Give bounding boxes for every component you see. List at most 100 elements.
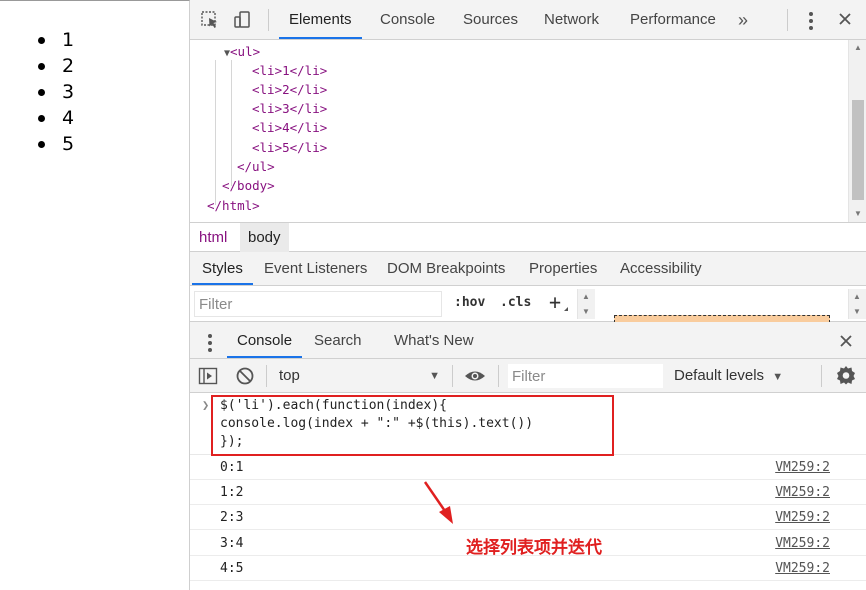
console-message-row: 0:1 VM259:2 xyxy=(190,455,866,480)
scrollbar-thumb[interactable] xyxy=(852,100,864,200)
console-message: 1:2 xyxy=(220,485,244,500)
hover-state-toggle[interactable]: :hov xyxy=(454,295,485,310)
log-levels-value: Default levels xyxy=(674,367,765,384)
toolbar-divider xyxy=(787,9,788,31)
styles-scrollbar[interactable]: ▲ ▼ xyxy=(577,289,595,319)
drawer-tabbar: Console Search What's New xyxy=(190,322,866,359)
source-link[interactable]: VM259:2 xyxy=(775,536,830,551)
devtools-tabbar: Elements Console Sources Network Perform… xyxy=(190,0,866,40)
tab-sources[interactable]: Sources xyxy=(463,0,518,39)
breadcrumb-html[interactable]: html xyxy=(191,223,235,252)
devtools-panel: Elements Console Sources Network Perform… xyxy=(190,0,866,590)
tree-guide xyxy=(231,60,232,186)
page-preview: 1 2 3 4 5 xyxy=(0,0,190,590)
source-link[interactable]: VM259:2 xyxy=(775,485,830,500)
tree-node-li[interactable]: <li>5</li> xyxy=(252,138,327,157)
elements-scrollbar[interactable]: ▲ ▼ xyxy=(848,40,866,222)
tree-node-body-close[interactable]: </body> xyxy=(222,176,275,195)
tab-console[interactable]: Console xyxy=(380,0,435,39)
tree-node-ul[interactable]: ▼<ul> xyxy=(224,42,260,61)
scroll-down-arrow-icon[interactable]: ▼ xyxy=(853,210,863,218)
tree-node-li[interactable]: <li>4</li> xyxy=(252,118,327,137)
list-item: 4 xyxy=(38,105,74,131)
clear-console-icon[interactable] xyxy=(235,366,255,386)
tab-dom-breakpoints[interactable]: DOM Breakpoints xyxy=(387,252,505,286)
console-message: 0:1 xyxy=(220,460,244,475)
drawer-menu-icon[interactable] xyxy=(208,334,212,355)
chevron-down-icon: ▼ xyxy=(429,370,440,382)
toolbar-divider xyxy=(498,365,499,387)
show-sidebar-icon[interactable] xyxy=(198,366,218,386)
gear-icon[interactable] xyxy=(836,365,856,385)
scroll-up-arrow-icon[interactable]: ▲ xyxy=(853,292,861,301)
scroll-up-arrow-icon[interactable]: ▲ xyxy=(853,44,863,52)
tree-node-li[interactable]: <li>2</li> xyxy=(252,80,327,99)
chevron-down-icon: ▼ xyxy=(772,371,784,383)
list-item: 1 xyxy=(38,27,74,53)
context-selector-value: top xyxy=(279,367,300,384)
breadcrumb-body[interactable]: body xyxy=(240,223,289,252)
scroll-up-arrow-icon[interactable]: ▲ xyxy=(582,292,590,301)
annotation-arrow-icon xyxy=(423,481,453,524)
tree-node-ul-close[interactable]: </ul> xyxy=(237,157,275,176)
console-toolbar: top ▼ Default levels ▼ xyxy=(190,359,866,393)
context-selector[interactable]: top ▼ xyxy=(274,365,444,387)
console-filter-input[interactable] xyxy=(508,364,663,388)
computed-scrollbar[interactable]: ▲ ▼ xyxy=(848,289,866,319)
tab-accessibility[interactable]: Accessibility xyxy=(620,252,702,286)
console-output: ❯ $('li').each(function(index){ console.… xyxy=(190,393,866,590)
tree-node-html-close[interactable]: </html> xyxy=(207,196,260,215)
close-icon[interactable] xyxy=(837,11,857,31)
source-link[interactable]: VM259:2 xyxy=(775,561,830,576)
add-rule-menu-icon[interactable] xyxy=(564,307,568,311)
tab-styles[interactable]: Styles xyxy=(192,252,253,285)
annotation-label: 选择列表项并迭代 xyxy=(466,538,602,558)
console-message-row: 2:3 VM259:2 xyxy=(190,505,866,530)
list-item: 5 xyxy=(38,131,74,157)
toolbar-divider xyxy=(452,365,453,387)
tab-properties[interactable]: Properties xyxy=(529,252,597,286)
toolbar-divider xyxy=(266,365,267,387)
elements-tree: ▼<ul> <li>1</li> <li>2</li> <li>3</li> <… xyxy=(190,40,866,222)
console-message-row: 4:5 VM259:2 xyxy=(190,556,866,581)
tab-console-drawer[interactable]: Console xyxy=(227,322,303,358)
source-link[interactable]: VM259:2 xyxy=(775,460,830,475)
log-levels-dropdown[interactable]: Default levels ▼ xyxy=(674,365,783,387)
tab-network[interactable]: Network xyxy=(544,0,599,39)
list-item: 2 xyxy=(38,53,74,79)
console-message-row: 1:2 VM259:2 xyxy=(190,480,866,505)
styles-filter-input[interactable] xyxy=(195,292,441,316)
toolbar-divider xyxy=(821,365,822,387)
console-message: 2:3 xyxy=(220,510,244,525)
tree-node-li[interactable]: <li>1</li> xyxy=(252,61,327,80)
console-message: 4:5 xyxy=(220,561,244,576)
tab-search[interactable]: Search xyxy=(314,322,362,359)
live-expression-eye-icon[interactable] xyxy=(464,366,485,386)
toolbar-divider xyxy=(268,9,269,31)
rendered-list: 1 2 3 4 5 xyxy=(38,27,74,157)
styles-filter-field[interactable] xyxy=(194,291,442,317)
more-tabs-button[interactable]: » xyxy=(738,0,748,39)
tab-elements[interactable]: Elements xyxy=(279,0,362,39)
breadcrumb: html body xyxy=(190,222,866,252)
chevron-right-icon: ❯ xyxy=(202,398,210,412)
close-drawer-icon[interactable] xyxy=(838,333,858,353)
sidebar-tabbar: Styles Event Listeners DOM Breakpoints P… xyxy=(190,252,866,286)
new-style-rule-button[interactable]: + xyxy=(549,290,561,314)
tree-guide xyxy=(215,60,216,205)
scroll-down-arrow-icon[interactable]: ▼ xyxy=(582,307,590,316)
console-filter-field[interactable] xyxy=(508,364,663,388)
styles-toolbar: :hov .cls + ▲ ▼ ▲ ▼ xyxy=(190,286,866,323)
scroll-down-arrow-icon[interactable]: ▼ xyxy=(853,307,861,316)
source-link[interactable]: VM259:2 xyxy=(775,510,830,525)
class-toggle[interactable]: .cls xyxy=(500,295,531,310)
inspect-element-icon[interactable] xyxy=(200,10,220,30)
tree-node-li[interactable]: <li>3</li> xyxy=(252,99,327,118)
tab-event-listeners[interactable]: Event Listeners xyxy=(264,252,367,286)
console-command: ❯ $('li').each(function(index){ console.… xyxy=(190,393,866,456)
tab-whats-new[interactable]: What's New xyxy=(394,322,474,359)
list-item: 3 xyxy=(38,79,74,105)
tab-performance[interactable]: Performance xyxy=(630,0,716,39)
customize-menu-icon[interactable] xyxy=(809,12,813,33)
device-toolbar-icon[interactable] xyxy=(232,10,252,30)
